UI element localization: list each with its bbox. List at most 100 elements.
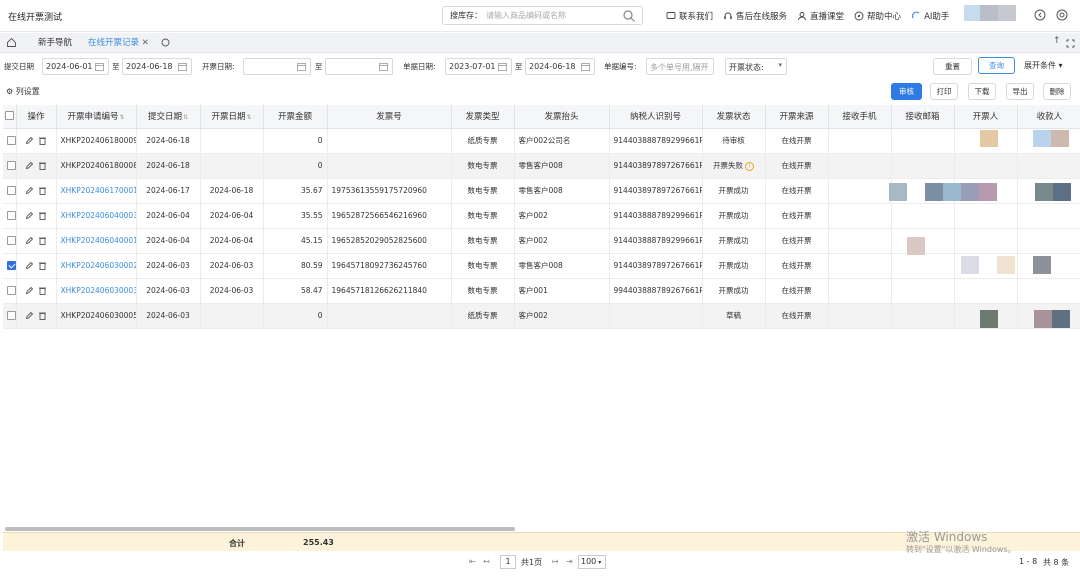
page-number-input[interactable]: 1 xyxy=(500,555,516,569)
redacted-cell xyxy=(907,237,925,255)
select-all-header[interactable] xyxy=(3,105,17,129)
column-header: 操作 xyxy=(16,105,57,129)
edit-icon[interactable] xyxy=(25,161,34,170)
select-all-checkbox[interactable] xyxy=(4,111,14,121)
table-row[interactable]: XHKP202406030003 2024-06-03 2024-06-03 58.4… xyxy=(3,278,1080,304)
fullscreen-icon[interactable] xyxy=(1066,39,1075,48)
page-size-select[interactable]: 100 ▾ xyxy=(578,555,606,569)
row-checkbox[interactable] xyxy=(7,261,15,271)
live-class-link[interactable]: 直播课堂 xyxy=(797,10,844,22)
trash-icon[interactable] xyxy=(38,236,47,246)
row-checkbox[interactable] xyxy=(7,311,15,321)
user-avatar[interactable] xyxy=(964,5,1016,21)
column-header[interactable]: 开票日期⇅ xyxy=(200,105,264,129)
search-icon[interactable] xyxy=(622,9,636,23)
edit-icon[interactable] xyxy=(25,311,34,320)
edit-icon[interactable] xyxy=(25,286,34,295)
invoice-type: 数电专票 xyxy=(451,178,515,204)
invoice-date: 2024-06-03 xyxy=(200,278,264,304)
expand-filters-link[interactable]: 展开条件 ▾ xyxy=(1024,60,1063,71)
delete-button[interactable]: 删除 xyxy=(1043,83,1071,100)
row-checkbox[interactable] xyxy=(7,236,15,246)
download-button[interactable]: 下载 xyxy=(968,83,996,100)
approve-button[interactable]: 审核 xyxy=(891,83,922,100)
scroll-top-icon[interactable]: ↑ xyxy=(1053,36,1061,46)
application-number[interactable]: XHKP202406030002 xyxy=(56,253,137,279)
invoice-date-from[interactable] xyxy=(243,58,311,75)
contact-us-link[interactable]: 联系我们 xyxy=(666,10,713,22)
row-checkbox[interactable] xyxy=(7,161,15,171)
application-number: XHKP202406180008 xyxy=(56,153,137,179)
submit-date-from[interactable]: 2024-06-01 xyxy=(42,58,109,75)
receive-email xyxy=(891,203,955,229)
table-row[interactable]: XHKP202406040003 2024-06-04 2024-06-04 35.5… xyxy=(3,203,1080,229)
table-row[interactable]: XHKP202406170001 2024-06-17 2024-06-18 35.6… xyxy=(3,178,1080,204)
edit-icon[interactable] xyxy=(25,136,34,145)
warning-icon[interactable]: ! xyxy=(745,161,754,171)
doc-date-to[interactable]: 2024-06-18 xyxy=(525,58,595,75)
payee xyxy=(1017,228,1080,254)
ai-assistant-link[interactable]: AI助手 xyxy=(911,10,949,22)
trash-icon[interactable] xyxy=(38,286,47,296)
row-checkbox[interactable] xyxy=(7,186,15,196)
close-tab-icon[interactable]: ✕ xyxy=(142,38,149,48)
last-page-button[interactable]: ⇥ xyxy=(566,557,573,566)
calendar-icon xyxy=(297,63,306,71)
tab-guide[interactable]: 新手导航 xyxy=(38,36,72,48)
filter-panel: 提交日期 2024-06-01 至 2024-06-18 开票日期: 至 单据日… xyxy=(0,53,1080,80)
doc-date-from[interactable]: 2023-07-01 xyxy=(445,58,512,75)
row-cell xyxy=(3,278,17,304)
application-number[interactable]: XHKP202406040003 xyxy=(56,203,137,229)
row-checkbox[interactable] xyxy=(7,286,15,296)
trash-icon[interactable] xyxy=(38,161,47,171)
column-settings-button[interactable]: ⚙ 列设置 xyxy=(6,86,40,97)
row-cell xyxy=(3,253,17,279)
first-page-button[interactable]: ⇤ xyxy=(469,557,476,566)
status-select[interactable]: 开票状态: ▾ xyxy=(725,58,787,75)
application-number[interactable]: XHKP202406030003 xyxy=(56,278,137,304)
query-button[interactable]: 查询 xyxy=(978,57,1015,74)
table-row[interactable]: XHKP202406030005 2024-06-03 0 纸质专票 客户002 草稿 在线… xyxy=(3,303,1080,329)
submit-date-to[interactable]: 2024-06-18 xyxy=(122,58,192,75)
trash-icon[interactable] xyxy=(38,311,47,321)
ai-icon xyxy=(912,11,920,19)
trash-icon[interactable] xyxy=(38,136,47,146)
table-row[interactable]: XHKP202406180008 2024-06-18 0 数电专票 零售客户008 91… xyxy=(3,153,1080,179)
application-number[interactable]: XHKP202406170001 xyxy=(56,178,137,204)
next-page-button[interactable]: ↦ xyxy=(552,557,559,566)
application-number[interactable]: XHKP202406040001 xyxy=(56,228,137,254)
after-sales-link[interactable]: 售后在线服务 xyxy=(723,10,787,22)
tab-invoice-records[interactable]: 在线开票记录 ✕ xyxy=(88,36,149,48)
search-input[interactable]: 请输入商品编码或名称 xyxy=(482,10,622,21)
table-row[interactable]: XHKP202406180009 2024-06-18 0 纸质专票 客户002公司名 9… xyxy=(3,128,1080,154)
edit-icon[interactable] xyxy=(25,211,34,220)
export-button[interactable]: 导出 xyxy=(1006,83,1034,100)
invoice-date-to[interactable] xyxy=(325,58,393,75)
reset-button[interactable]: 重置 xyxy=(933,58,972,75)
invoice-title: 客户002 xyxy=(514,228,610,254)
refresh-icon[interactable] xyxy=(161,38,170,47)
doc-no-input[interactable]: 多个单号用,隔开 xyxy=(646,58,714,75)
settings-icon[interactable] xyxy=(1056,9,1068,21)
trash-icon[interactable] xyxy=(38,211,47,221)
prev-page-button[interactable]: ↤ xyxy=(483,557,490,566)
row-checkbox[interactable] xyxy=(7,211,15,221)
horizontal-scrollbar[interactable] xyxy=(5,527,515,531)
column-header[interactable]: 开票申请编号⇅ xyxy=(56,105,137,129)
row-checkbox[interactable] xyxy=(7,136,15,146)
edit-icon[interactable] xyxy=(25,186,34,195)
print-button[interactable]: 打印 xyxy=(930,83,958,100)
column-header[interactable]: 提交日期⇅ xyxy=(136,105,201,129)
home-icon[interactable] xyxy=(6,37,17,48)
trash-icon[interactable] xyxy=(38,186,47,196)
edit-icon[interactable] xyxy=(25,261,34,270)
edit-icon[interactable] xyxy=(25,236,34,245)
help-center-link[interactable]: 帮助中心 xyxy=(854,10,901,22)
table-row[interactable]: XHKP202406030002 2024-06-03 2024-06-03 80.5… xyxy=(3,253,1080,279)
stock-search[interactable]: 搜库存： 请输入商品编码或名称 xyxy=(442,6,643,25)
logout-icon[interactable] xyxy=(1034,9,1046,21)
tab-bar: 新手导航 在线开票记录 ✕ ↑ xyxy=(0,33,1080,53)
taxpayer-id: 914403897897267661P xyxy=(609,153,703,179)
redacted-cell xyxy=(1051,130,1069,147)
trash-icon[interactable] xyxy=(38,261,47,271)
